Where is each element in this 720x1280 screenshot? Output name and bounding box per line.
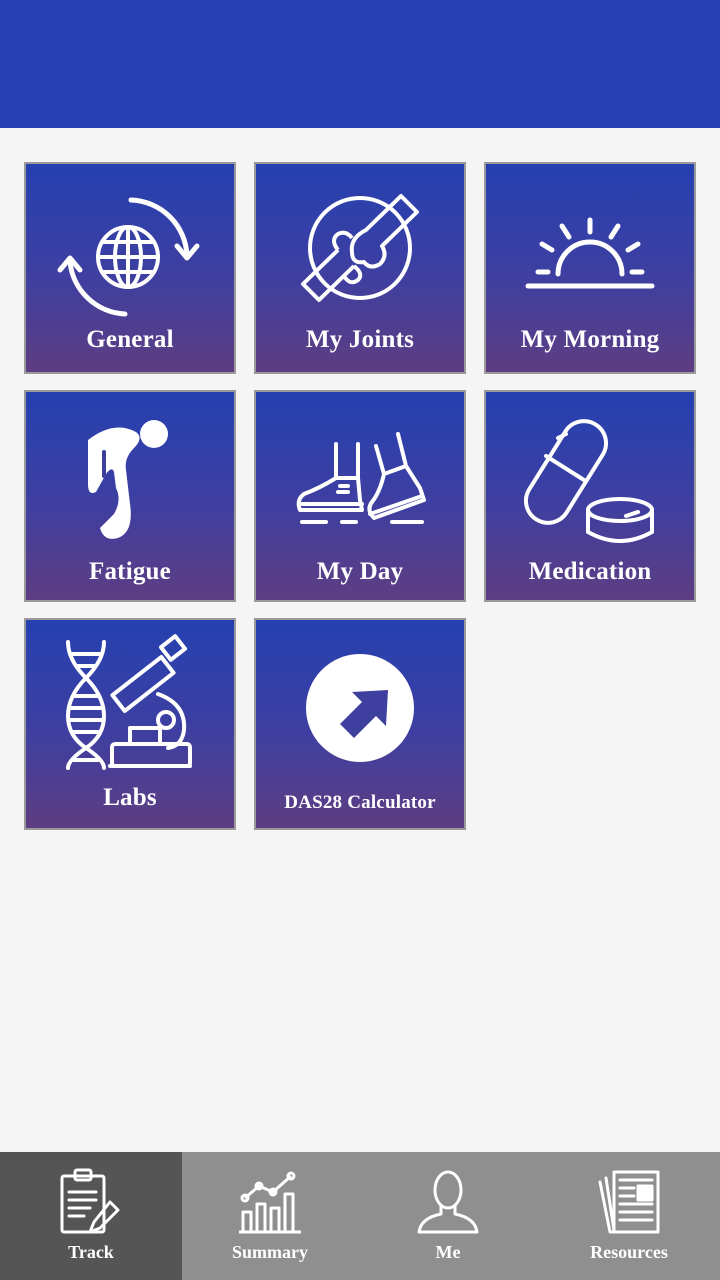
tab-label: Track: [68, 1242, 114, 1262]
tab-label: Me: [435, 1242, 461, 1262]
medication-tile[interactable]: Medication: [484, 390, 696, 602]
tab-label: Summary: [232, 1242, 308, 1262]
labs-tile[interactable]: Labs: [24, 618, 236, 830]
fatigue-tile[interactable]: Fatigue: [24, 390, 236, 602]
bar-chart-icon: [239, 1171, 301, 1234]
tile-label: DAS28 Calculator: [284, 792, 436, 813]
my-morning-tile[interactable]: My Morning: [484, 162, 696, 374]
app-header: [0, 0, 720, 128]
clipboard-icon: [60, 1168, 120, 1234]
tab-resources[interactable]: Resources: [538, 1152, 720, 1280]
tab-label: Resources: [590, 1242, 668, 1262]
tile-label: Medication: [528, 558, 652, 585]
person-icon: [417, 1170, 479, 1234]
tile-label: My Day: [316, 558, 404, 585]
tile-label: Fatigue: [89, 558, 171, 585]
tile-label: General: [86, 326, 174, 353]
tab-summary[interactable]: Summary: [182, 1152, 358, 1280]
my-day-tile[interactable]: My Day: [254, 390, 466, 602]
tile-label: Labs: [103, 784, 157, 811]
my-joints-tile[interactable]: My Joints: [254, 162, 466, 374]
newspaper-icon: [598, 1170, 660, 1234]
general-tile[interactable]: General: [24, 162, 236, 374]
bottom-tab-bar: Track Summary Me Resources: [0, 1152, 720, 1280]
tile-label: My Morning: [520, 326, 660, 353]
tab-me[interactable]: Me: [358, 1152, 538, 1280]
tile-label: My Joints: [305, 326, 415, 353]
tab-track[interactable]: Track: [0, 1152, 182, 1280]
das28-calculator-tile[interactable]: DAS28 Calculator: [254, 618, 466, 830]
